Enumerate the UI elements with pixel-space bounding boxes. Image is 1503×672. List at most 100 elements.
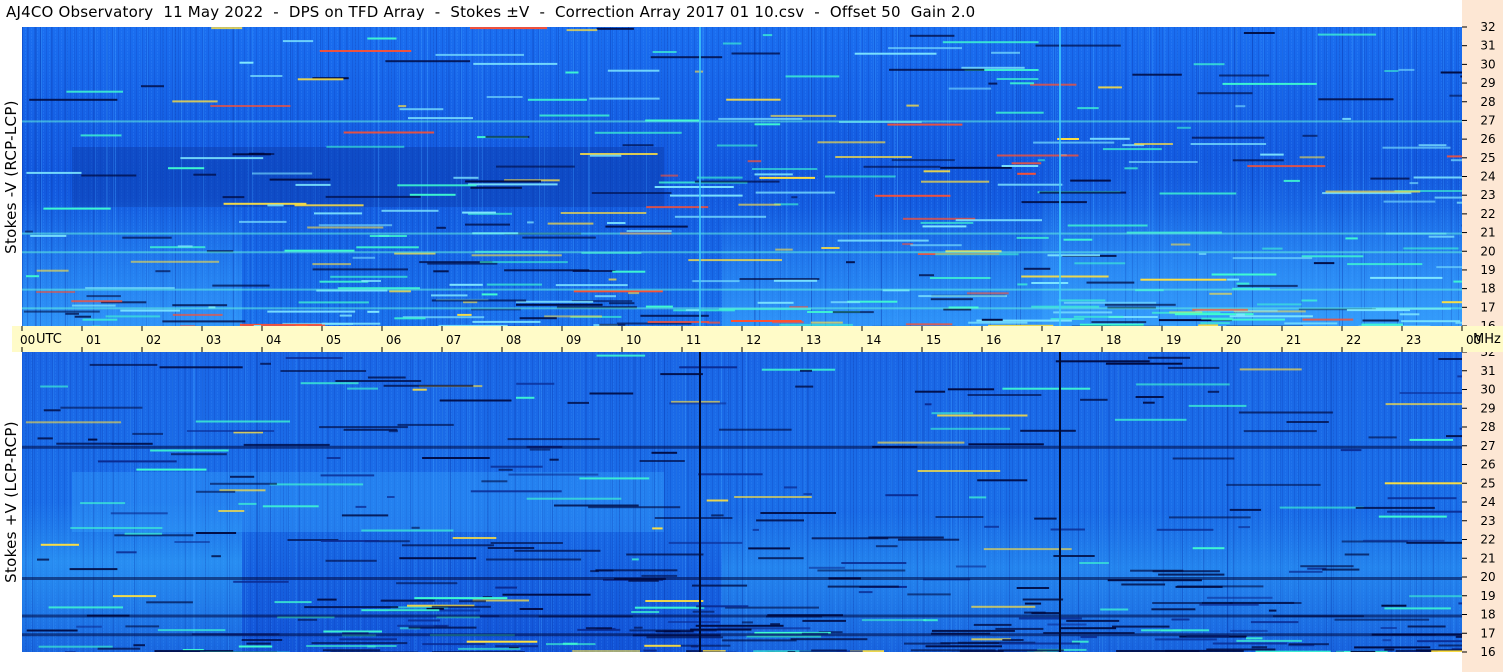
vertical-streak <box>1433 352 1434 652</box>
vertical-streak <box>235 27 236 326</box>
interference-segment <box>1100 608 1129 611</box>
vertical-streak <box>585 352 586 652</box>
interference-segment <box>453 176 479 179</box>
interference-segment <box>596 569 614 572</box>
interference-segment <box>1238 526 1250 529</box>
vertical-streak <box>589 27 590 326</box>
interference-segment <box>996 78 1039 80</box>
interference-segment <box>1060 627 1117 630</box>
interference-segment <box>1047 623 1087 626</box>
vertical-streak <box>297 27 298 326</box>
vertical-streak <box>1280 352 1281 652</box>
interference-segment <box>654 186 734 188</box>
interference-segment <box>1169 516 1251 519</box>
interference-segment <box>863 165 941 168</box>
vertical-streak <box>596 352 597 652</box>
interference-segment <box>1073 315 1124 318</box>
interference-segment <box>347 387 378 390</box>
interference-segment <box>1156 528 1214 531</box>
interference-segment <box>481 293 498 296</box>
interference-segment <box>650 56 723 59</box>
interference-segment <box>1063 238 1093 241</box>
interference-segment <box>931 412 974 415</box>
interference-segment <box>773 279 818 282</box>
interference-segment <box>825 175 896 178</box>
bottom-freq-tick-label-19: 19 <box>1480 589 1495 603</box>
interference-segment <box>43 207 111 210</box>
interference-segment <box>56 442 113 445</box>
vertical-streak <box>1242 352 1243 652</box>
bright-band-21 <box>22 232 1462 235</box>
vertical-streak <box>193 352 194 652</box>
interference-segment <box>1037 159 1045 162</box>
interference-segment <box>787 651 796 654</box>
bottom-freq-tick-label-26: 26 <box>1480 458 1495 472</box>
interference-segment <box>668 541 743 544</box>
interference-segment <box>174 541 210 543</box>
interference-segment <box>539 114 610 117</box>
interference-segment <box>326 457 341 459</box>
vertical-streak <box>146 27 147 326</box>
interference-segment <box>97 647 141 650</box>
interference-segment <box>168 167 205 170</box>
interference-segment <box>529 448 551 451</box>
bottom-freq-tick-label-18: 18 <box>1480 608 1495 622</box>
interference-segment <box>612 270 646 273</box>
interference-segment <box>408 117 473 120</box>
vertical-streak <box>65 27 66 326</box>
interference-segment <box>312 263 351 266</box>
interference-segment <box>608 278 617 281</box>
vertical-streak <box>141 352 142 652</box>
interference-segment <box>726 98 781 101</box>
interference-segment <box>97 460 177 463</box>
vertical-streak <box>533 27 534 326</box>
interference-segment <box>1407 625 1446 628</box>
interference-segment <box>1362 319 1399 322</box>
interference-segment <box>112 595 157 598</box>
interference-segment <box>473 62 558 65</box>
vertical-streak <box>1331 352 1332 652</box>
interference-segment <box>319 50 412 52</box>
vertical-streak <box>956 352 957 652</box>
interference-segment <box>470 490 562 493</box>
interference-segment <box>761 368 836 371</box>
interference-segment <box>1385 403 1469 406</box>
interference-segment <box>383 384 474 387</box>
interference-segment <box>1024 602 1042 605</box>
interference-segment <box>25 421 122 424</box>
interference-segment <box>1417 640 1497 643</box>
interference-segment <box>891 159 955 162</box>
vertical-streak <box>1443 352 1444 652</box>
interference-segment <box>904 642 951 645</box>
interference-segment <box>1102 148 1162 151</box>
interference-segment <box>1171 618 1190 621</box>
vertical-streak <box>1264 352 1265 652</box>
interference-segment <box>652 527 663 530</box>
interference-segment <box>490 465 543 468</box>
interference-segment <box>490 542 563 544</box>
interference-segment <box>830 301 860 304</box>
top-freq-tick-label-16: 16 <box>1480 319 1495 326</box>
interference-segment <box>367 37 397 40</box>
time-tick-label-4: 04 <box>266 333 281 347</box>
interference-segment <box>959 650 1004 653</box>
vertical-streak <box>923 352 924 652</box>
interference-segment <box>937 414 1028 417</box>
interference-segment <box>983 548 1072 551</box>
interference-segment <box>1301 299 1318 302</box>
vertical-streak <box>897 27 898 326</box>
interference-segment <box>607 69 660 72</box>
vertical-line-17.3 <box>1059 352 1061 652</box>
interference-segment <box>759 176 815 179</box>
vertical-streak <box>1202 352 1203 652</box>
interference-segment <box>111 442 153 445</box>
utc-label: UTC <box>36 332 62 347</box>
vertical-streak <box>946 352 947 652</box>
interference-segment <box>1368 436 1397 439</box>
interference-segment <box>1002 639 1024 641</box>
vertical-streak <box>478 27 479 326</box>
interference-segment <box>396 582 458 585</box>
vertical-streak <box>761 27 762 326</box>
interference-segment <box>770 114 837 117</box>
vertical-streak <box>296 352 297 652</box>
